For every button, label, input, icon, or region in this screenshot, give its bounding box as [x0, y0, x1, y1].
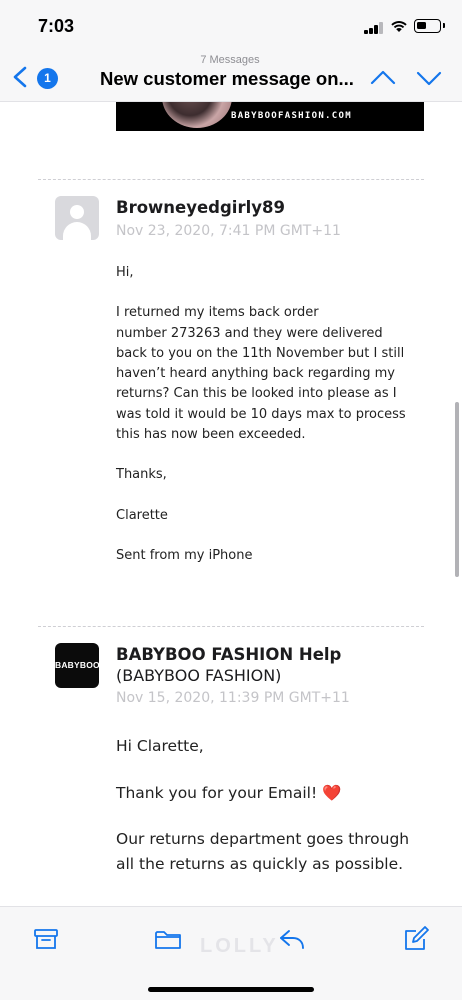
avatar — [55, 196, 99, 240]
body-paragraph: Clarette — [116, 507, 168, 523]
body-paragraph: Thank you for your Email! ❤️ — [116, 783, 342, 802]
bottom-toolbar: LOLLY — [0, 906, 462, 1000]
message-body: Hi Clarette, Thank you for your Email! ❤… — [116, 734, 436, 876]
avatar: BABYBOO — [55, 643, 100, 688]
message-header: 1 7 Messages New customer message on... — [0, 52, 462, 102]
unread-count-badge[interactable]: 1 — [37, 68, 58, 89]
home-indicator[interactable] — [148, 987, 314, 992]
body-paragraph: Sent from my iPhone — [116, 547, 253, 563]
message-date: Nov 15, 2020, 11:39 PM GMT+11 — [116, 690, 350, 706]
sender-name[interactable]: Browneyedgirly89 — [116, 198, 285, 217]
message-date: Nov 23, 2020, 7:41 PM GMT+11 — [116, 223, 341, 239]
body-paragraph: Hi, — [116, 265, 134, 280]
body-paragraph: Our returns department goes through all … — [116, 830, 410, 873]
scrollbar[interactable] — [455, 402, 459, 577]
battery-icon — [414, 19, 445, 33]
cellular-signal-icon — [364, 22, 384, 34]
email-banner-image: BABYBOOFASHION.COM — [116, 102, 424, 131]
watermark: LOLLY — [200, 935, 279, 957]
banner-photo — [162, 102, 232, 128]
message-divider — [38, 179, 424, 180]
thread-subject: New customer message on... — [100, 68, 354, 89]
message-divider — [38, 626, 424, 627]
folder-icon[interactable] — [154, 925, 182, 953]
chevron-up-icon[interactable] — [370, 69, 396, 87]
reply-icon[interactable] — [278, 925, 306, 953]
sender-name[interactable]: BABYBOO FASHION Help — [116, 645, 341, 664]
status-bar: 7:03 — [0, 0, 462, 52]
chevron-left-icon[interactable] — [12, 66, 28, 88]
archive-icon[interactable] — [32, 925, 60, 953]
wifi-icon — [391, 21, 407, 32]
sender-organization: (BABYBOO FASHION) — [116, 666, 282, 685]
body-paragraph: I returned my items back order number 27… — [116, 305, 406, 443]
banner-brand-text: BABYBOOFASHION.COM — [231, 111, 352, 121]
compose-icon[interactable] — [402, 925, 430, 953]
message-body: Hi, I returned my items back order numbe… — [116, 263, 426, 566]
body-paragraph: Hi Clarette, — [116, 737, 204, 755]
chevron-down-icon[interactable] — [416, 69, 442, 87]
message-count: 7 Messages — [200, 54, 260, 66]
status-time: 7:03 — [38, 16, 75, 36]
body-paragraph: Thanks, — [116, 467, 167, 483]
